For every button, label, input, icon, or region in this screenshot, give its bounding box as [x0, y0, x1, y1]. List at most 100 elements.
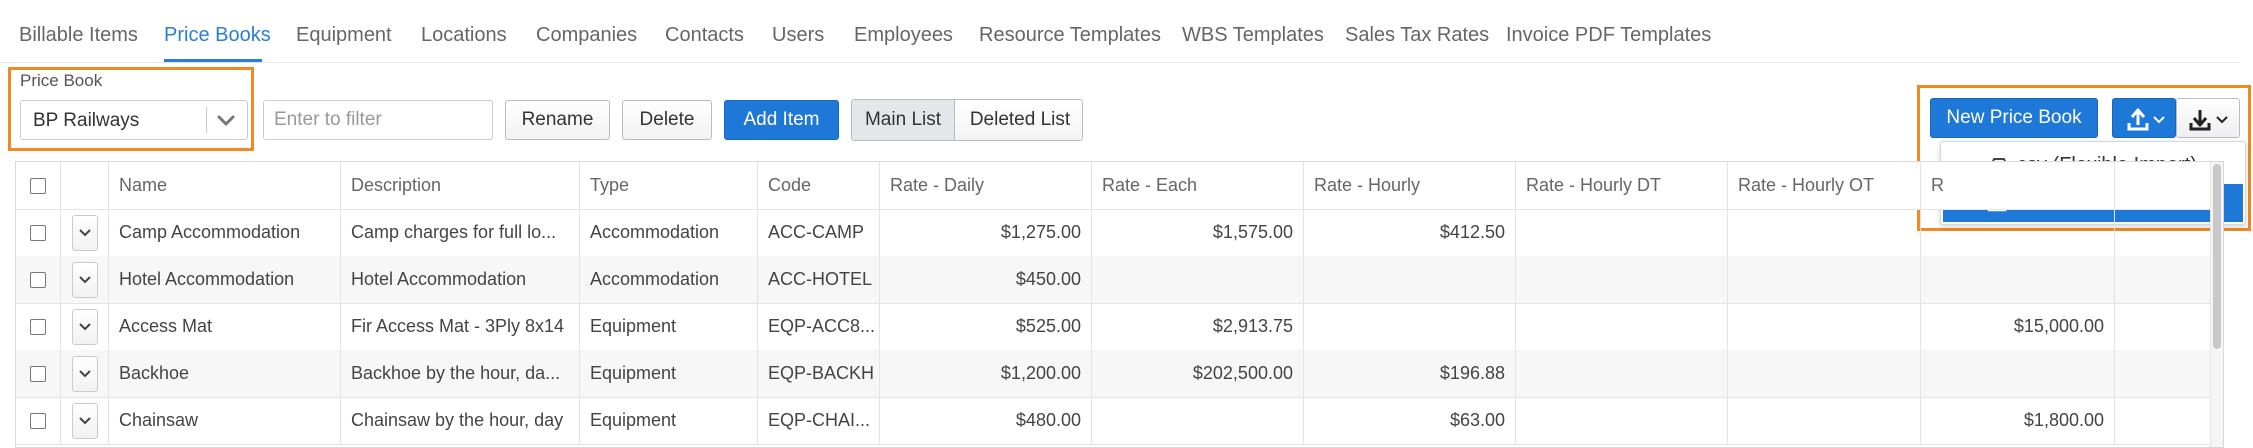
tab-sales-tax-rates[interactable]: Sales Tax Rates [1345, 24, 1489, 47]
tab-equipment[interactable]: Equipment [296, 24, 392, 47]
tab-locations[interactable]: Locations [421, 24, 507, 47]
cell-code: ACC-HOTEL [758, 256, 880, 303]
cell-code: EQP-ACC8... [758, 303, 880, 350]
cell-rate-hourly [1304, 303, 1516, 350]
chevron-down-icon [78, 322, 91, 330]
column-header-extra[interactable] [2115, 162, 2211, 209]
tab-invoice-pdf-templates[interactable]: Invoice PDF Templates [1506, 24, 1711, 47]
tab-price-books[interactable]: Price Books [164, 24, 271, 47]
cell-rate-each [1092, 256, 1304, 303]
cell-rate-daily: $480.00 [880, 397, 1092, 444]
row-expand-cell [61, 397, 109, 444]
select-all-checkbox-cell[interactable] [16, 162, 61, 209]
select-divider [206, 107, 207, 133]
row-checkbox-cell[interactable] [16, 256, 61, 303]
row-checkbox[interactable] [30, 271, 46, 288]
upload-icon [2127, 108, 2165, 131]
expand-column-header [61, 162, 109, 209]
cell-description: Fir Access Mat - 3Ply 8x14 [341, 303, 580, 350]
import-dropdown-button[interactable] [2112, 98, 2176, 138]
row-expand-button[interactable] [71, 402, 98, 439]
tab-companies[interactable]: Companies [536, 24, 637, 47]
cell-rate-hourly-ot [1728, 256, 1921, 303]
row-checkbox-cell[interactable] [16, 209, 61, 256]
row-expand-button[interactable] [71, 214, 98, 251]
column-header-rate-each[interactable]: Rate - Each [1092, 162, 1304, 209]
column-header-code[interactable]: Code [758, 162, 880, 209]
tab-resource-templates[interactable]: Resource Templates [979, 24, 1161, 47]
rename-button[interactable]: Rename [505, 100, 610, 140]
row-checkbox-cell[interactable] [16, 350, 61, 397]
table-row[interactable]: Camp Accommodation Camp charges for full… [16, 209, 2223, 257]
row-checkbox-cell[interactable] [16, 303, 61, 350]
row-checkbox[interactable] [30, 224, 46, 241]
table-row[interactable]: Backhoe Backhoe by the hour, da... Equip… [16, 350, 2223, 398]
list-toggle: Main List Deleted List [851, 99, 1083, 141]
cell-name: Backhoe [109, 350, 341, 397]
tab-wbs-templates[interactable]: WBS Templates [1182, 24, 1324, 47]
cell-rate-partial: $15,000.00 [1921, 303, 2115, 350]
new-price-book-button[interactable]: New Price Book [1930, 98, 2098, 138]
row-checkbox[interactable] [30, 318, 46, 335]
cell-extra [2115, 303, 2211, 350]
cell-rate-daily: $450.00 [880, 256, 1092, 303]
chevron-down-icon [78, 369, 91, 377]
column-header-name[interactable]: Name [109, 162, 341, 209]
table-row[interactable]: Chainsaw Chainsaw by the hour, day Equip… [16, 397, 2223, 445]
cell-rate-hourly-dt [1516, 397, 1728, 444]
row-expand-cell [61, 303, 109, 350]
column-header-rate-hourly-ot[interactable]: Rate - Hourly OT [1728, 162, 1921, 209]
cell-name: Hotel Accommodation [109, 256, 341, 303]
price-book-select[interactable]: BP Railways [20, 100, 248, 140]
table-row[interactable]: Access Mat Fir Access Mat - 3Ply 8x14 Eq… [16, 303, 2223, 351]
active-tab-indicator [164, 59, 262, 62]
column-header-rate-hourly[interactable]: Rate - Hourly [1304, 162, 1516, 209]
row-expand-button[interactable] [71, 261, 98, 298]
cell-rate-hourly: $196.88 [1304, 350, 1516, 397]
main-list-button[interactable]: Main List [852, 100, 954, 140]
export-dropdown-button[interactable] [2176, 98, 2240, 138]
price-book-label: Price Book [20, 71, 103, 90]
cell-type: Equipment [580, 303, 758, 350]
scrollbar-thumb[interactable] [2213, 164, 2221, 349]
cell-rate-hourly-dt [1516, 303, 1728, 350]
cell-name: Camp Accommodation [109, 209, 341, 256]
row-checkbox[interactable] [30, 412, 46, 429]
tab-billable-items[interactable]: Billable Items [19, 24, 138, 47]
cell-rate-daily: $525.00 [880, 303, 1092, 350]
cell-rate-hourly-ot [1728, 397, 1921, 444]
row-expand-cell [61, 350, 109, 397]
row-expand-button[interactable] [71, 355, 98, 392]
column-header-rate-hourly-dt[interactable]: Rate - Hourly DT [1516, 162, 1728, 209]
chevron-down-icon [217, 115, 235, 126]
cell-rate-partial [1921, 209, 2115, 256]
tab-contacts[interactable]: Contacts [665, 24, 744, 47]
column-header-description[interactable]: Description [341, 162, 580, 209]
add-item-button[interactable]: Add Item [724, 100, 839, 140]
row-checkbox[interactable] [30, 365, 46, 382]
cell-name: Access Mat [109, 303, 341, 350]
column-header-rate-daily[interactable]: Rate - Daily [880, 162, 1092, 209]
price-book-value: BP Railways [33, 110, 140, 131]
row-expand-button[interactable] [71, 308, 98, 345]
tab-employees[interactable]: Employees [854, 24, 953, 47]
cell-rate-partial: $1,800.00 [1921, 397, 2115, 444]
cell-rate-hourly-dt [1516, 256, 1728, 303]
table-scrollbar[interactable] [2210, 162, 2223, 447]
cell-description: Backhoe by the hour, da... [341, 350, 580, 397]
cell-extra [2115, 350, 2211, 397]
cell-rate-daily: $1,275.00 [880, 209, 1092, 256]
cell-rate-hourly-dt [1516, 350, 1728, 397]
row-checkbox-cell[interactable] [16, 397, 61, 444]
cell-rate-hourly: $412.50 [1304, 209, 1516, 256]
table-header-row: Name Description Type Code Rate - Daily … [16, 162, 2223, 210]
select-all-checkbox[interactable] [30, 177, 46, 194]
deleted-list-button[interactable]: Deleted List [954, 100, 1082, 140]
filter-input[interactable] [263, 100, 493, 140]
tab-users[interactable]: Users [772, 24, 824, 47]
column-header-type[interactable]: Type [580, 162, 758, 209]
delete-button[interactable]: Delete [622, 100, 712, 140]
cell-rate-hourly [1304, 256, 1516, 303]
table-row[interactable]: Hotel Accommodation Hotel Accommodation … [16, 256, 2223, 304]
column-header-rate-partial[interactable]: R [1921, 162, 2115, 209]
